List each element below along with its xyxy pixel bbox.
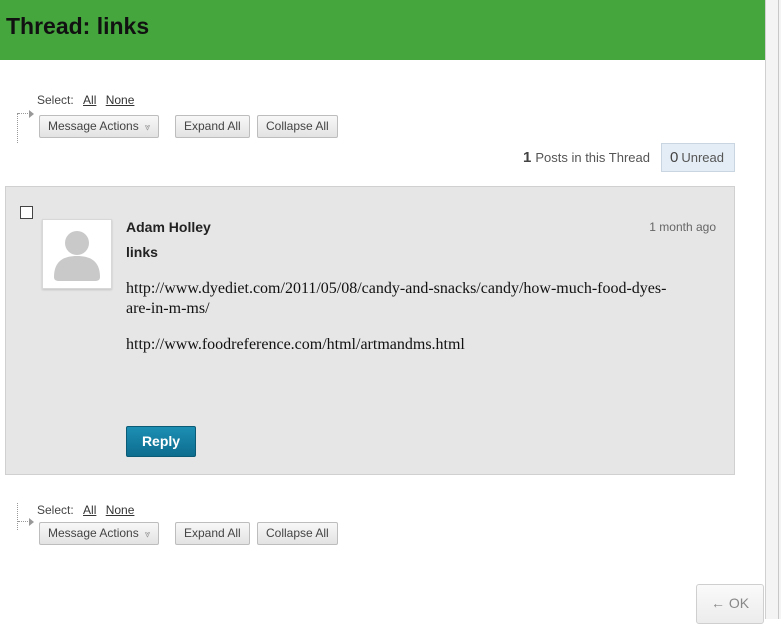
avatar xyxy=(42,219,112,289)
post-select-checkbox[interactable] xyxy=(20,206,33,219)
select-row-top: Select: All None xyxy=(37,93,134,107)
double-chevron-down-icon: ⩔ xyxy=(144,529,151,540)
select-all-link[interactable]: All xyxy=(83,503,96,517)
unread-badge[interactable]: 0 Unread xyxy=(661,143,735,172)
scrollbar-strip xyxy=(765,0,781,619)
message-actions-label: Message Actions xyxy=(48,119,139,133)
collapse-all-button[interactable]: Collapse All xyxy=(257,115,338,138)
reply-button[interactable]: Reply xyxy=(126,426,196,457)
posts-count-label: Posts in this Thread xyxy=(535,150,650,165)
post-body: http://www.dyediet.com/2011/05/08/candy-… xyxy=(126,279,686,371)
unread-label: Unread xyxy=(681,150,724,165)
post-body-line: http://www.foodreference.com/html/artman… xyxy=(126,336,465,353)
page-header: Thread: links xyxy=(0,0,765,60)
user-silhouette-icon xyxy=(54,231,100,281)
message-actions-button[interactable]: Message Actions ⩔ xyxy=(39,522,160,545)
unread-count: 0 xyxy=(670,149,679,166)
posts-count-number: 1 xyxy=(523,149,532,166)
post-subject: links xyxy=(126,244,158,260)
page-title: Thread: links xyxy=(6,13,150,39)
select-none-link[interactable]: None xyxy=(106,503,135,517)
select-all-link[interactable]: All xyxy=(83,93,96,107)
message-actions-button[interactable]: Message Actions ⩔ xyxy=(39,115,160,138)
select-row-bottom: Select: All None xyxy=(37,503,134,517)
toolbar-bracket-top xyxy=(17,110,34,143)
post-author[interactable]: Adam Holley xyxy=(126,219,211,235)
expand-all-button[interactable]: Expand All xyxy=(175,522,250,545)
post-time: 1 month ago xyxy=(649,220,716,234)
collapse-all-button[interactable]: Collapse All xyxy=(257,522,338,545)
post-body-line: http://www.dyediet.com/2011/05/08/candy-… xyxy=(126,280,667,317)
double-chevron-down-icon: ⩔ xyxy=(144,122,151,133)
select-none-link[interactable]: None xyxy=(106,93,135,107)
ok-button[interactable]: ← OK xyxy=(696,584,764,624)
select-label: Select: xyxy=(37,93,74,107)
select-label: Select: xyxy=(37,503,74,517)
toolbar-bracket-bottom xyxy=(17,503,34,530)
posts-count: 1 Posts in this Thread xyxy=(523,149,650,166)
expand-all-button[interactable]: Expand All xyxy=(175,115,250,138)
message-actions-label: Message Actions xyxy=(48,526,139,540)
post-card: Adam Holley 1 month ago links http://www… xyxy=(5,186,735,475)
